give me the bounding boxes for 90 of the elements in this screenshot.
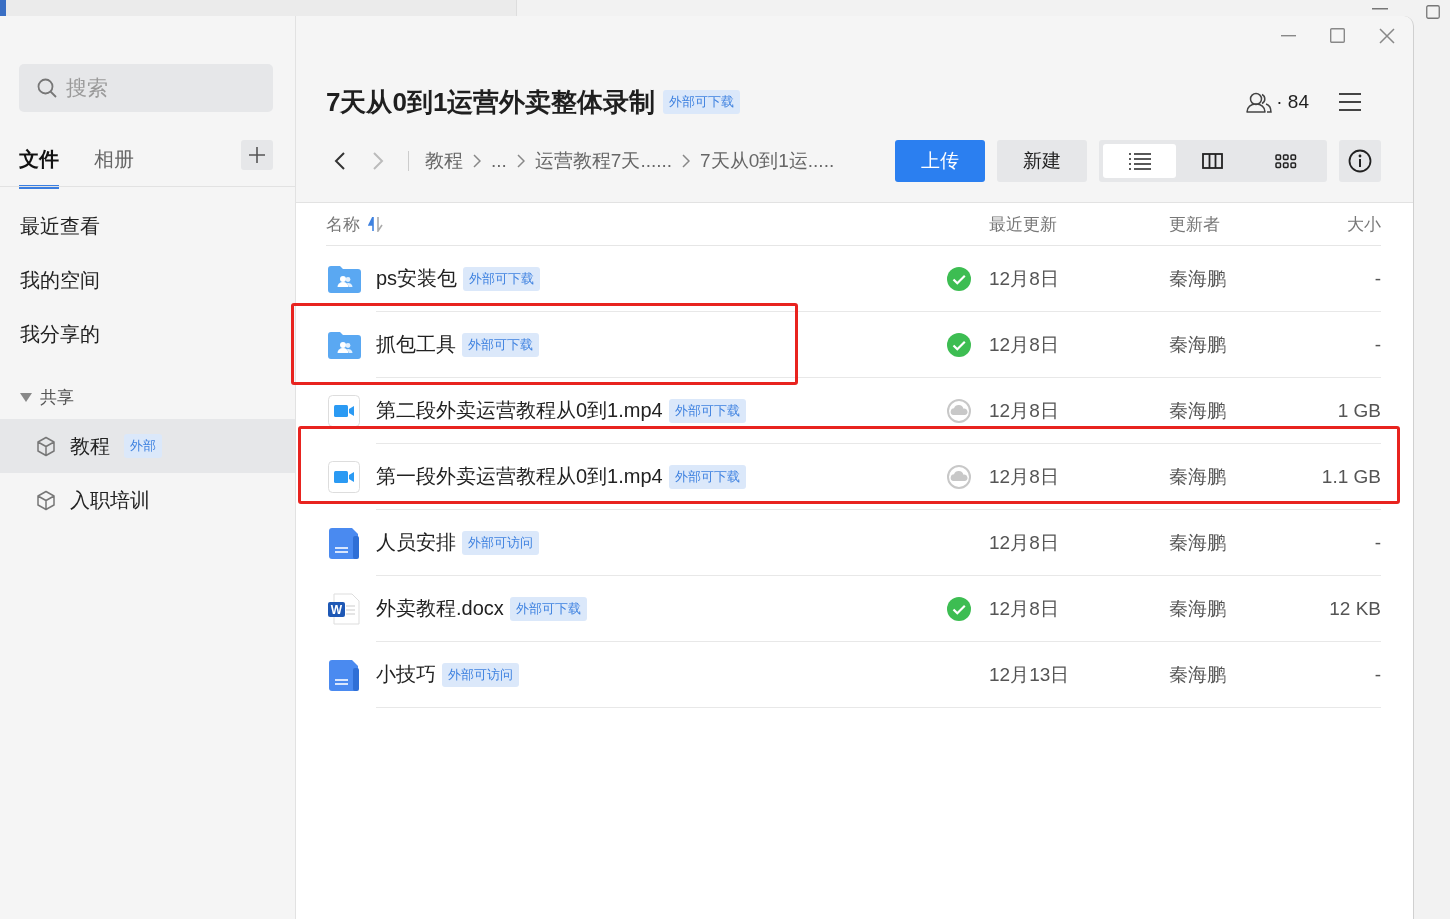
access-tag: 外部可下载 (509, 596, 587, 621)
breadcrumb-link[interactable]: 运营教程7天...... (534, 148, 673, 174)
date-cell-text: 12月8日 (989, 266, 1060, 291)
shared-folder-icon (327, 331, 361, 359)
access-tag: 外部可访问 (462, 530, 539, 555)
date-cell-text: 12月8日 (989, 398, 1060, 423)
access-tag: 外部可下载 (463, 266, 541, 291)
section-label: 共享 (40, 386, 74, 409)
date-cell-text: 12月8日 (989, 464, 1060, 489)
date-cell-text: 12月8日 (989, 332, 1060, 357)
tab[interactable]: 相册 (94, 146, 134, 189)
size-cell-text: 1.1 GB (1320, 465, 1381, 488)
file-name[interactable]: 人员安排 (376, 529, 456, 556)
video-file-icon (328, 461, 360, 493)
document-icon (328, 659, 360, 691)
members-icon[interactable] (1246, 91, 1273, 113)
info-icon (1348, 149, 1372, 173)
file-name[interactable]: 第一段外卖运营教程从0到1.mp4 (376, 463, 663, 490)
cube-icon (36, 435, 56, 457)
folder-title: 7天从0到1运营外卖整体录制 (326, 85, 656, 119)
minimize-icon[interactable] (1372, 8, 1388, 10)
search-icon (37, 78, 57, 98)
date-cell-text: 12月13日 (989, 662, 1071, 687)
tab[interactable]: 文件 (19, 146, 59, 189)
video-file-icon (328, 395, 360, 427)
menu-icon[interactable] (1339, 92, 1361, 112)
expand-triangle-icon[interactable] (20, 392, 32, 402)
sidebar-item[interactable]: 最近查看 (0, 199, 295, 253)
new-button[interactable]: 新建 (997, 140, 1087, 182)
access-tag: 外部可访问 (442, 662, 519, 687)
shared-folder-icon (327, 265, 361, 293)
info-button[interactable] (1339, 140, 1381, 182)
date-cell-text: 12月8日 (989, 530, 1060, 555)
user-cell-text: 秦海鹏 (1169, 530, 1227, 555)
file-name[interactable]: 抓包工具 (376, 331, 456, 358)
view-switcher[interactable] (1099, 140, 1327, 182)
user-cell-text: 秦海鹏 (1169, 266, 1227, 291)
user-cell-text: 秦海鹏 (1169, 332, 1227, 357)
list-view-icon (1128, 152, 1151, 170)
size-cell-text: - (1373, 333, 1381, 356)
file-name[interactable]: 第二段外卖运营教程从0到1.mp4 (376, 397, 663, 424)
chevron-icon (682, 154, 691, 168)
access-tag: 外部可下载 (462, 332, 539, 357)
plus-icon (248, 146, 266, 164)
column-header[interactable]: 名称 (326, 212, 360, 236)
user-cell-text: 秦海鹏 (1169, 464, 1227, 489)
size-cell-text: - (1373, 531, 1381, 554)
file-name[interactable]: 小技巧 (376, 661, 436, 688)
grid-view-icon (1275, 153, 1298, 169)
chevron-icon (516, 154, 525, 168)
space-name: 教程 (70, 433, 110, 459)
size-cell-text: 12 KB (1328, 597, 1381, 620)
member-count: · 84 (1276, 91, 1309, 113)
breadcrumb-link[interactable]: ... (491, 150, 507, 172)
external-download-tag: 外部可下载 (663, 90, 741, 114)
maximize-icon[interactable] (1330, 28, 1345, 43)
maximize-icon[interactable] (1426, 5, 1440, 19)
user-cell-text: 秦海鹏 (1169, 662, 1227, 687)
access-tag: 外部可下载 (668, 398, 746, 423)
user-cell-text: 秦海鹏 (1169, 596, 1227, 621)
shared-space-item[interactable]: 入职培训 (0, 473, 295, 527)
chevron-icon (473, 154, 481, 168)
size-cell-text: - (1373, 663, 1381, 686)
document-icon (328, 527, 360, 559)
date-cell-text: 12月8日 (989, 596, 1060, 621)
column-header[interactable]: 最近更新 (989, 212, 1169, 236)
sort-icon[interactable] (368, 216, 383, 232)
view-toggle[interactable] (1103, 144, 1177, 178)
user-cell-text: 秦海鹏 (1169, 398, 1227, 423)
size-cell-text: - (1373, 267, 1381, 290)
search-field[interactable]: 搜索 (19, 64, 273, 112)
file-name[interactable]: ps安装包 (376, 265, 458, 292)
breadcrumb-link[interactable]: 7天从0到1运..... (700, 148, 835, 174)
close-icon[interactable] (1379, 28, 1395, 44)
external-tag: 外部 (124, 434, 162, 458)
access-tag: 外部可下载 (668, 464, 746, 489)
sidebar-item[interactable]: 我分享的 (0, 307, 295, 361)
column-header[interactable]: 大小 (1319, 212, 1381, 236)
size-cell-text: 1 GB (1336, 399, 1381, 422)
breadcrumb-link[interactable]: 教程 (425, 148, 463, 174)
cube-icon (36, 489, 56, 511)
column-header[interactable]: 更新者 (1169, 212, 1319, 236)
sidebar-item[interactable]: 我的空间 (0, 253, 295, 307)
columns-view-icon (1202, 153, 1224, 169)
upload-button[interactable]: 上传 (895, 140, 985, 182)
window-edge-mark (0, 0, 6, 16)
shared-space-item[interactable]: 教程 外部 (0, 419, 295, 473)
file-name[interactable]: 外卖教程.docx (376, 595, 504, 622)
add-button[interactable] (241, 140, 273, 170)
space-name: 入职培训 (70, 487, 150, 513)
